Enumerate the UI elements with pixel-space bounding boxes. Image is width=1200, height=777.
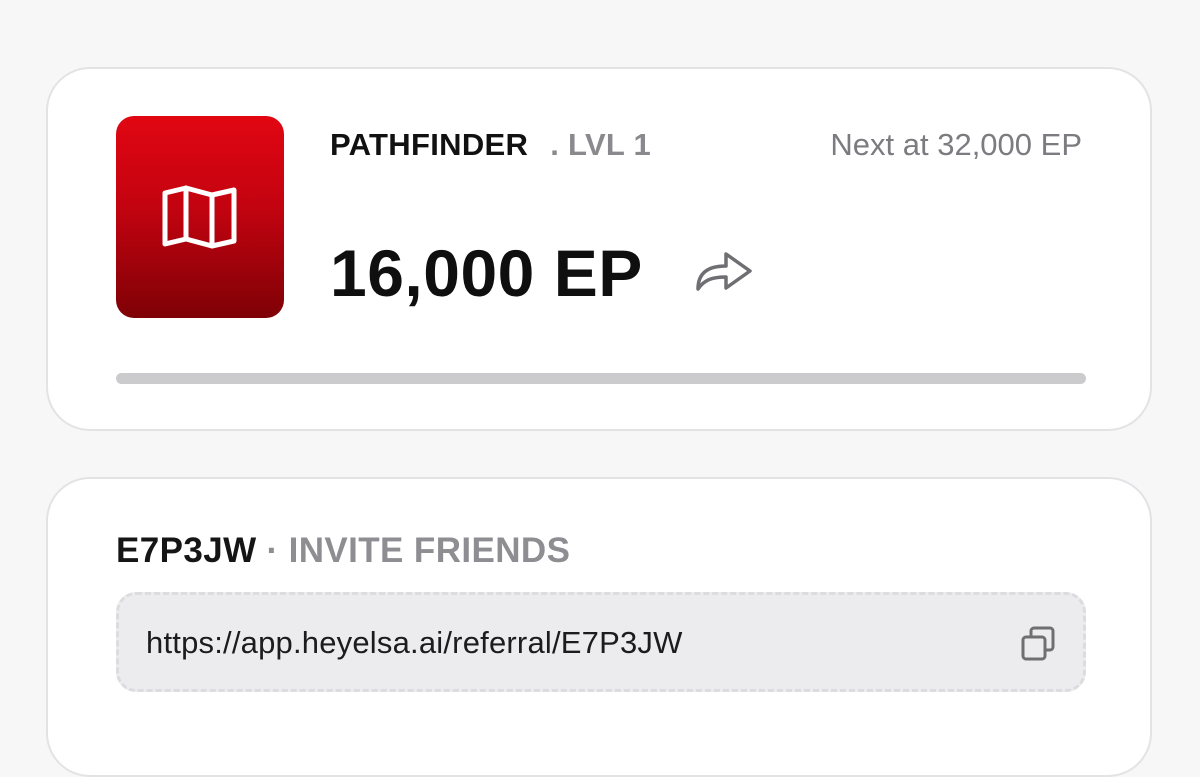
points-value: 16,000 EP [330,236,643,310]
level-badge [116,116,284,318]
level-progress-bar [116,373,1086,384]
rank-level: . LVL 1 [550,127,652,162]
level-card: PATHFINDER . LVL 1 Next at 32,000 EP 16,… [46,67,1152,431]
copy-icon[interactable] [1019,625,1057,663]
referral-link[interactable]: https://app.heyelsa.ai/referral/E7P3JW [146,625,683,661]
rank-line: PATHFINDER . LVL 1 [330,127,651,163]
share-arrow-icon [694,249,754,298]
invite-friends-label: INVITE FRIENDS [288,531,571,570]
share-button[interactable] [693,242,755,304]
points-row: 16,000 EP [330,237,755,309]
next-level-threshold: Next at 32,000 EP [830,127,1082,162]
folded-map-icon [162,185,238,249]
referral-code: E7P3JW [116,531,257,570]
rank-name: PATHFINDER [330,127,529,162]
invite-card: E7P3JW · INVITE FRIENDS https://app.heye… [46,477,1152,777]
referral-link-field[interactable]: https://app.heyelsa.ai/referral/E7P3JW [116,592,1086,692]
header-separator: · [266,531,279,570]
invite-header: E7P3JW · INVITE FRIENDS [116,531,570,571]
